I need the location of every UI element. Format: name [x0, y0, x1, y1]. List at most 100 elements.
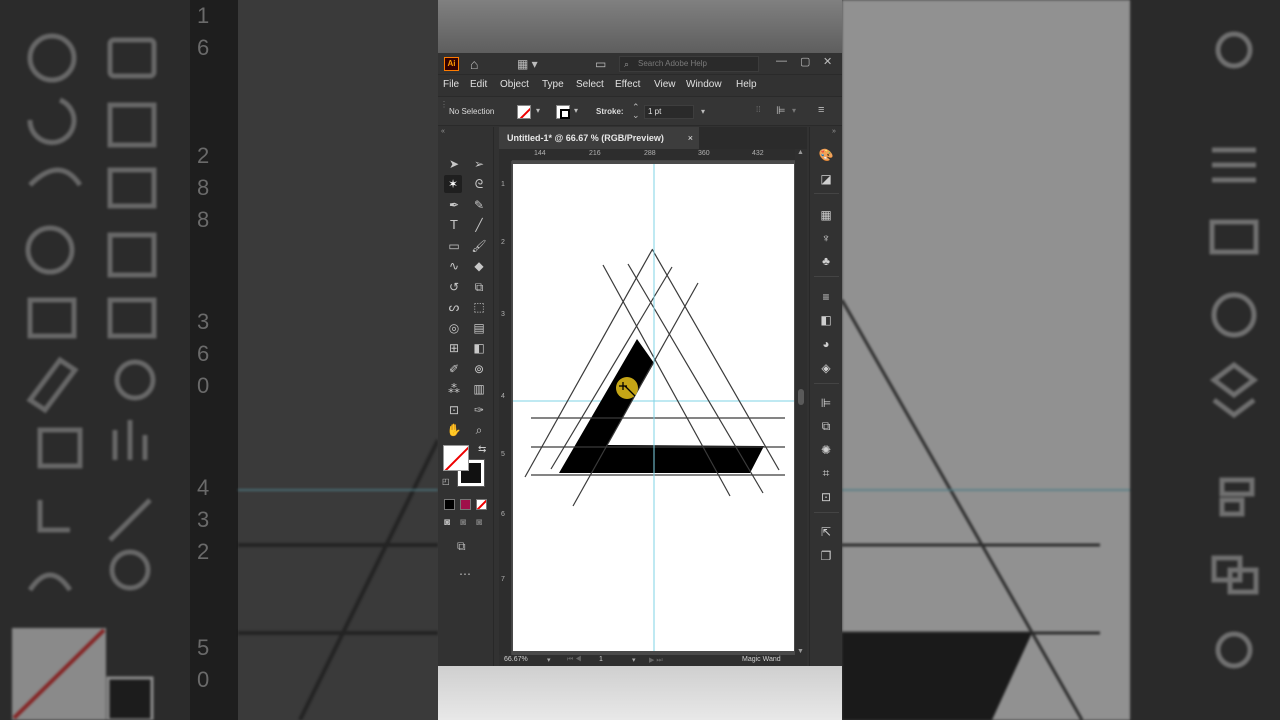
horizontal-ruler[interactable]: 144 216 288 360 432 — [512, 149, 795, 161]
perspective-grid-tool-icon[interactable]: ▤ — [470, 319, 488, 337]
stroke-weight-field[interactable]: 1 pt ▾ — [644, 105, 705, 119]
color-mode-icon[interactable] — [444, 499, 455, 510]
close-window-icon[interactable]: ✕ — [823, 55, 832, 68]
draw-normal-icon[interactable]: ◙ — [444, 517, 450, 528]
scroll-up-icon[interactable]: ▲ — [797, 149, 804, 156]
column-graph-tool-icon[interactable]: ▥ — [470, 380, 488, 398]
shaper-tool-icon[interactable]: ∿ — [445, 257, 463, 275]
artboard[interactable] — [513, 164, 794, 651]
warp-tool-icon[interactable]: ᔕ — [445, 298, 463, 316]
lasso-tool-icon[interactable]: ᘓ — [470, 175, 488, 193]
artboard-dropdown-icon[interactable]: ▾ — [632, 656, 636, 664]
menu-type[interactable]: Type — [542, 79, 564, 90]
transform-dropdown-icon[interactable]: ▾ — [792, 106, 796, 115]
vertical-ruler[interactable]: 1 2 3 4 5 6 7 — [499, 161, 512, 655]
transparency-icon[interactable]: ◕ — [818, 336, 834, 352]
transform-panel-icon[interactable]: ⌗ — [818, 465, 834, 481]
scroll-thumb[interactable] — [798, 389, 804, 405]
expand-panels-icon[interactable]: » — [832, 128, 836, 135]
pen-tool-icon[interactable]: ✒ — [445, 196, 463, 214]
stroke-dropdown-icon[interactable]: ▾ — [574, 106, 578, 115]
default-colors-icon[interactable]: ◰ — [442, 477, 450, 486]
screen-mode-icon[interactable]: ⧉ — [457, 539, 466, 554]
eraser-tool-icon[interactable]: ◆ — [470, 257, 488, 275]
color-panel-icon[interactable]: 🎨 — [818, 147, 834, 163]
menu-view[interactable]: View — [654, 79, 676, 90]
pathfinder-icon[interactable]: ⧉ — [818, 418, 834, 434]
draw-behind-icon[interactable]: ◙ — [460, 517, 466, 528]
paintbrush-tool-icon[interactable]: 🖌 — [470, 237, 488, 255]
minimize-icon[interactable]: — — [776, 55, 787, 67]
slice-tool-icon[interactable]: ✑ — [470, 401, 488, 419]
menu-window[interactable]: Window — [686, 79, 722, 90]
line-tool-icon[interactable]: ╱ — [470, 216, 488, 234]
free-transform-tool-icon[interactable]: ⬚ — [470, 298, 488, 316]
eyedropper-tool-icon[interactable]: ✐ — [445, 360, 463, 378]
menu-help[interactable]: Help — [736, 79, 757, 90]
ruler-origin[interactable] — [499, 149, 512, 161]
arrange-documents-icon[interactable]: ▭ — [595, 56, 606, 72]
mesh-tool-icon[interactable]: ⊞ — [445, 339, 463, 357]
zoom-tool-icon[interactable]: ⌕ — [470, 421, 488, 439]
artboards-panel-icon[interactable]: ❐ — [818, 548, 834, 564]
draw-inside-icon[interactable]: ◙ — [476, 517, 482, 528]
layers-icon[interactable]: ◈ — [818, 360, 834, 376]
menu-edit[interactable]: Edit — [470, 79, 487, 90]
export-icon[interactable]: ⇱ — [818, 524, 834, 540]
selected-shape[interactable] — [559, 339, 764, 473]
workspace-layout-icon[interactable]: ▦ ▾ — [517, 56, 538, 72]
menu-object[interactable]: Object — [500, 79, 529, 90]
stroke-weight-stepper[interactable]: ⌃ ⌄ — [632, 103, 640, 120]
direct-selection-tool-icon[interactable]: ➢ — [470, 155, 488, 173]
zoom-dropdown-icon[interactable]: ▾ — [547, 656, 551, 664]
close-document-icon[interactable]: × — [688, 127, 693, 149]
first-artboard-icon[interactable]: ⏮ ◀ — [567, 656, 582, 664]
none-mode-icon[interactable] — [476, 499, 487, 510]
hand-tool-icon[interactable]: ✋ — [445, 421, 463, 439]
curvature-tool-icon[interactable]: ✎ — [470, 196, 488, 214]
last-artboard-icon[interactable]: ▶ ⏭ — [649, 656, 663, 665]
swatches-icon[interactable]: ▦ — [818, 207, 834, 223]
selection-tool-icon[interactable]: ➤ — [445, 155, 463, 173]
blend-tool-icon[interactable]: ⊚ — [470, 360, 488, 378]
magic-wand-tool-icon[interactable]: ✶ — [444, 175, 462, 193]
artwork[interactable] — [513, 164, 794, 651]
shape-builder-tool-icon[interactable]: ◎ — [445, 319, 463, 337]
gradient-panel-icon[interactable]: ◧ — [818, 312, 834, 328]
artboard-tool-icon[interactable]: ⊡ — [445, 401, 463, 419]
rotate-tool-icon[interactable]: ↺ — [445, 278, 463, 296]
symbol-sprayer-tool-icon[interactable]: ⁂ — [445, 380, 463, 398]
home-icon[interactable]: ⌂ — [470, 56, 478, 72]
swap-fill-stroke-icon[interactable]: ⇆ — [478, 444, 486, 455]
vertical-scrollbar[interactable]: ▲ ▼ — [795, 149, 807, 655]
appearance-icon[interactable]: ✺ — [818, 442, 834, 458]
type-tool-icon[interactable]: T — [445, 216, 463, 234]
color-guide-icon[interactable]: ◪ — [818, 171, 834, 187]
stroke-panel-icon[interactable]: ≡ — [818, 289, 834, 305]
rectangle-tool-icon[interactable]: ▭ — [445, 237, 463, 255]
control-menu-icon[interactable]: ≡ — [818, 104, 824, 116]
stroke-weight-dropdown-icon[interactable]: ▾ — [701, 106, 705, 118]
stroke-swatch[interactable] — [556, 105, 570, 119]
menu-effect[interactable]: Effect — [615, 79, 640, 90]
brushes-icon[interactable]: ♆ — [818, 230, 834, 246]
search-help-field[interactable]: ⌕ Search Adobe Help — [619, 56, 759, 72]
fill-swatch[interactable] — [517, 105, 531, 119]
transform-icon[interactable]: ⊫ — [776, 104, 786, 117]
scroll-down-icon[interactable]: ▼ — [797, 648, 804, 655]
gradient-mode-icon[interactable] — [460, 499, 471, 510]
image-trace-icon[interactable]: ⊡ — [818, 489, 834, 505]
menu-select[interactable]: Select — [576, 79, 604, 90]
align-panel-icon[interactable]: ⊫ — [818, 395, 834, 411]
maximize-icon[interactable]: ▢ — [800, 55, 810, 68]
symbols-icon[interactable]: ♣ — [818, 253, 834, 269]
menu-file[interactable]: File — [443, 79, 459, 90]
fill-dropdown-icon[interactable]: ▾ — [536, 106, 540, 115]
scale-tool-icon[interactable]: ⧉ — [470, 278, 488, 296]
zoom-level-field[interactable]: 66.67% — [504, 656, 528, 663]
align-icon[interactable]: ⁞⁞ — [756, 105, 760, 114]
edit-toolbar-icon[interactable]: ⋯ — [459, 567, 471, 581]
fill-color-box[interactable] — [443, 445, 469, 471]
document-tab[interactable]: Untitled-1* @ 66.67 % (RGB/Preview) × — [499, 127, 699, 149]
collapse-tools-icon[interactable]: « — [441, 128, 445, 135]
